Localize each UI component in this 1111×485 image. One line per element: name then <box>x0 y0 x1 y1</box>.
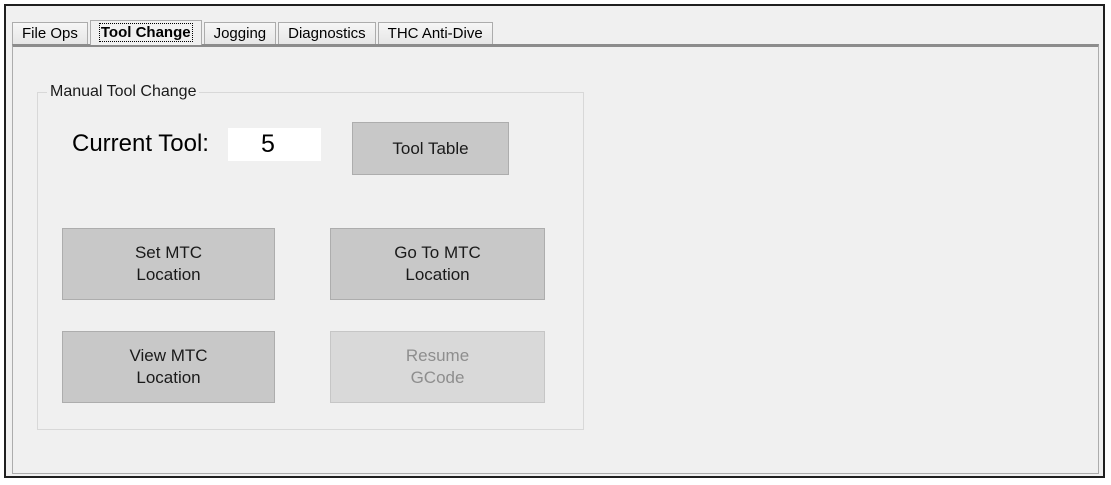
view-mtc-location-button[interactable]: View MTC Location <box>62 331 275 403</box>
manual-tool-change-group: Manual Tool Change Current Tool: 5 Tool … <box>37 82 584 430</box>
tool-table-button[interactable]: Tool Table <box>352 122 509 175</box>
resume-gcode-button[interactable]: Resume GCode <box>330 331 545 403</box>
tab-diagnostics[interactable]: Diagnostics <box>278 22 376 44</box>
tab-thc-anti-dive[interactable]: THC Anti-Dive <box>377 22 493 44</box>
tab-jogging-label: Jogging <box>213 25 267 42</box>
tab-file-ops-label: File Ops <box>22 25 78 42</box>
tool-change-window: File Ops Tool Change Jogging Diagnostics… <box>4 4 1105 478</box>
current-tool-label: Current Tool: <box>72 130 209 157</box>
tab-thc-anti-dive-label: THC Anti-Dive <box>387 25 483 42</box>
tab-tool-change[interactable]: Tool Change <box>89 20 202 45</box>
tab-diagnostics-label: Diagnostics <box>288 25 366 42</box>
tab-jogging[interactable]: Jogging <box>203 22 277 44</box>
current-tool-field: 5 <box>228 128 321 161</box>
tool-change-panel: Manual Tool Change Current Tool: 5 Tool … <box>12 44 1099 474</box>
go-to-mtc-location-button[interactable]: Go To MTC Location <box>330 228 545 300</box>
set-mtc-location-button[interactable]: Set MTC Location <box>62 228 275 300</box>
tab-strip: File Ops Tool Change Jogging Diagnostics… <box>12 20 495 45</box>
manual-tool-change-title: Manual Tool Change <box>47 82 200 102</box>
tab-file-ops[interactable]: File Ops <box>12 22 88 44</box>
tab-tool-change-label: Tool Change <box>98 23 193 42</box>
